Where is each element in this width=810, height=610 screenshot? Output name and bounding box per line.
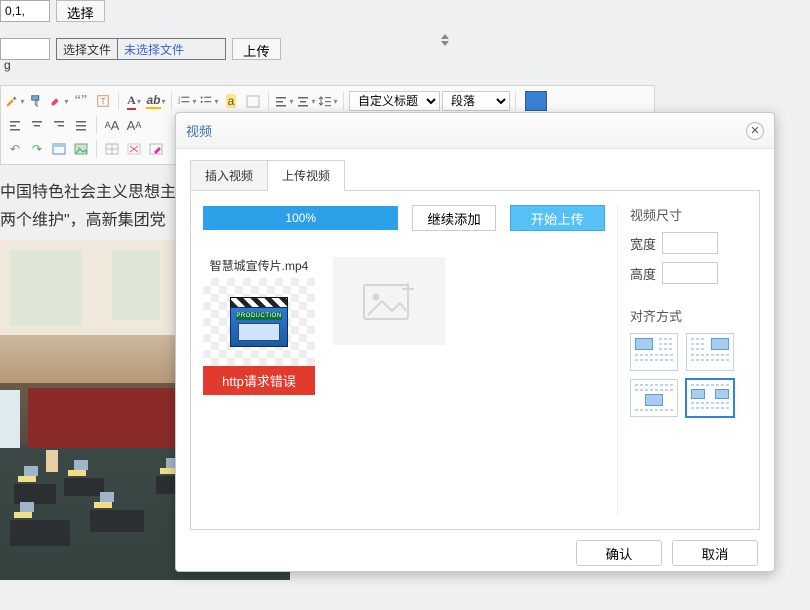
clapboard-label: PRODUCTION xyxy=(236,312,282,320)
chevron-down-icon[interactable] xyxy=(441,41,449,46)
align-left-btn[interactable] xyxy=(5,115,25,135)
tab-upload-video[interactable]: 上传视频 xyxy=(267,160,345,191)
continue-add-button[interactable]: 继续添加 xyxy=(412,205,495,231)
highlight-a-icon[interactable]: a xyxy=(221,91,241,111)
file-input[interactable]: 选择文件 未选择文件 xyxy=(56,38,226,60)
height-label: 高度 xyxy=(630,264,656,283)
table-edit-icon[interactable] xyxy=(146,139,166,159)
delete-table-icon[interactable] xyxy=(124,139,144,159)
select-button[interactable]: 选择 xyxy=(56,0,105,22)
svg-text:T: T xyxy=(100,97,106,107)
width-input[interactable] xyxy=(662,232,718,254)
align-icon[interactable]: ▾ xyxy=(274,91,294,111)
cancel-button[interactable]: 取消 xyxy=(672,540,758,566)
choose-file-button[interactable]: 选择文件 xyxy=(57,39,118,59)
style-select[interactable]: 自定义标题 xyxy=(349,91,440,111)
align-center-btn[interactable] xyxy=(27,115,47,135)
align-right-btn[interactable] xyxy=(49,115,69,135)
font-decrease-icon[interactable]: AA xyxy=(124,115,144,135)
bullet-list-icon[interactable]: ▾ xyxy=(199,91,219,111)
upload-progress: 100% xyxy=(203,206,398,230)
width-label: 宽度 xyxy=(630,234,656,253)
quote-icon[interactable]: “” xyxy=(71,91,91,111)
justify-btn[interactable] xyxy=(71,115,91,135)
ok-button[interactable]: 确认 xyxy=(576,540,662,566)
video-thumb[interactable]: 智慧城宣传片.mp4 PRODUCTION http请求错误 xyxy=(203,257,315,395)
number-spinner[interactable] xyxy=(437,32,453,54)
text-line-1: 中国特色社会主义思想主 xyxy=(0,178,176,202)
video-size-title: 视频尺寸 xyxy=(630,205,747,224)
redo-icon[interactable]: ↷ xyxy=(27,139,47,159)
line-height-icon[interactable]: ▾ xyxy=(318,91,338,111)
highlighter-icon[interactable]: ▾ xyxy=(49,91,69,111)
chevron-up-icon[interactable] xyxy=(441,34,449,39)
g-suffix-label: g xyxy=(4,58,11,72)
brush-icon[interactable]: ▾ xyxy=(5,91,25,111)
font-increase-icon[interactable]: AA xyxy=(102,115,122,135)
no-file-label: 未选择文件 xyxy=(118,39,190,59)
small-num-input[interactable] xyxy=(0,0,50,22)
insert-table-icon[interactable] xyxy=(102,139,122,159)
close-icon[interactable]: ✕ xyxy=(746,122,764,140)
start-upload-button[interactable]: 开始上传 xyxy=(510,205,605,231)
paragraph-select[interactable]: 段落 xyxy=(442,91,510,111)
align-option-2[interactable] xyxy=(686,333,734,371)
add-slot[interactable] xyxy=(333,257,445,345)
font-color-icon[interactable]: A▾ xyxy=(124,91,144,111)
fullscreen-icon[interactable] xyxy=(525,91,547,111)
height-input[interactable] xyxy=(662,262,718,284)
align-center-icon[interactable]: ▾ xyxy=(296,91,316,111)
upload-button[interactable]: 上传 xyxy=(232,38,281,60)
clapboard-icon: PRODUCTION xyxy=(203,278,315,366)
align-option-4[interactable] xyxy=(686,379,734,417)
upload-error-badge: http请求错误 xyxy=(203,366,315,395)
align-option-3[interactable] xyxy=(630,379,678,417)
ordered-list-icon[interactable]: 12▾ xyxy=(177,91,197,111)
text-box-icon[interactable]: T xyxy=(93,91,113,111)
second-input[interactable] xyxy=(0,38,50,60)
text-line-2: 两个维护"，高新集团党 xyxy=(0,206,176,230)
undo-icon[interactable]: ↶ xyxy=(5,139,25,159)
video-dialog: 视频 ✕ 插入视频 上传视频 100% 继续添加 开始上传 智慧城宣传片.mp4 xyxy=(175,112,775,572)
align-title: 对齐方式 xyxy=(630,306,747,325)
back-color-icon[interactable]: ab▾ xyxy=(146,91,166,111)
table-props-icon[interactable] xyxy=(49,139,69,159)
image-placeholder-icon xyxy=(362,279,416,323)
document-text: 中国特色社会主义思想主 两个维护"，高新集团党 xyxy=(0,178,176,230)
tab-insert-video[interactable]: 插入视频 xyxy=(190,160,268,191)
blank-box-icon[interactable] xyxy=(243,91,263,111)
format-paint-icon[interactable] xyxy=(27,91,47,111)
dialog-title: 视频 xyxy=(186,121,746,140)
align-option-1[interactable] xyxy=(630,333,678,371)
image-icon[interactable] xyxy=(71,139,91,159)
video-filename: 智慧城宣传片.mp4 xyxy=(203,257,315,274)
svg-text:2: 2 xyxy=(178,100,181,105)
